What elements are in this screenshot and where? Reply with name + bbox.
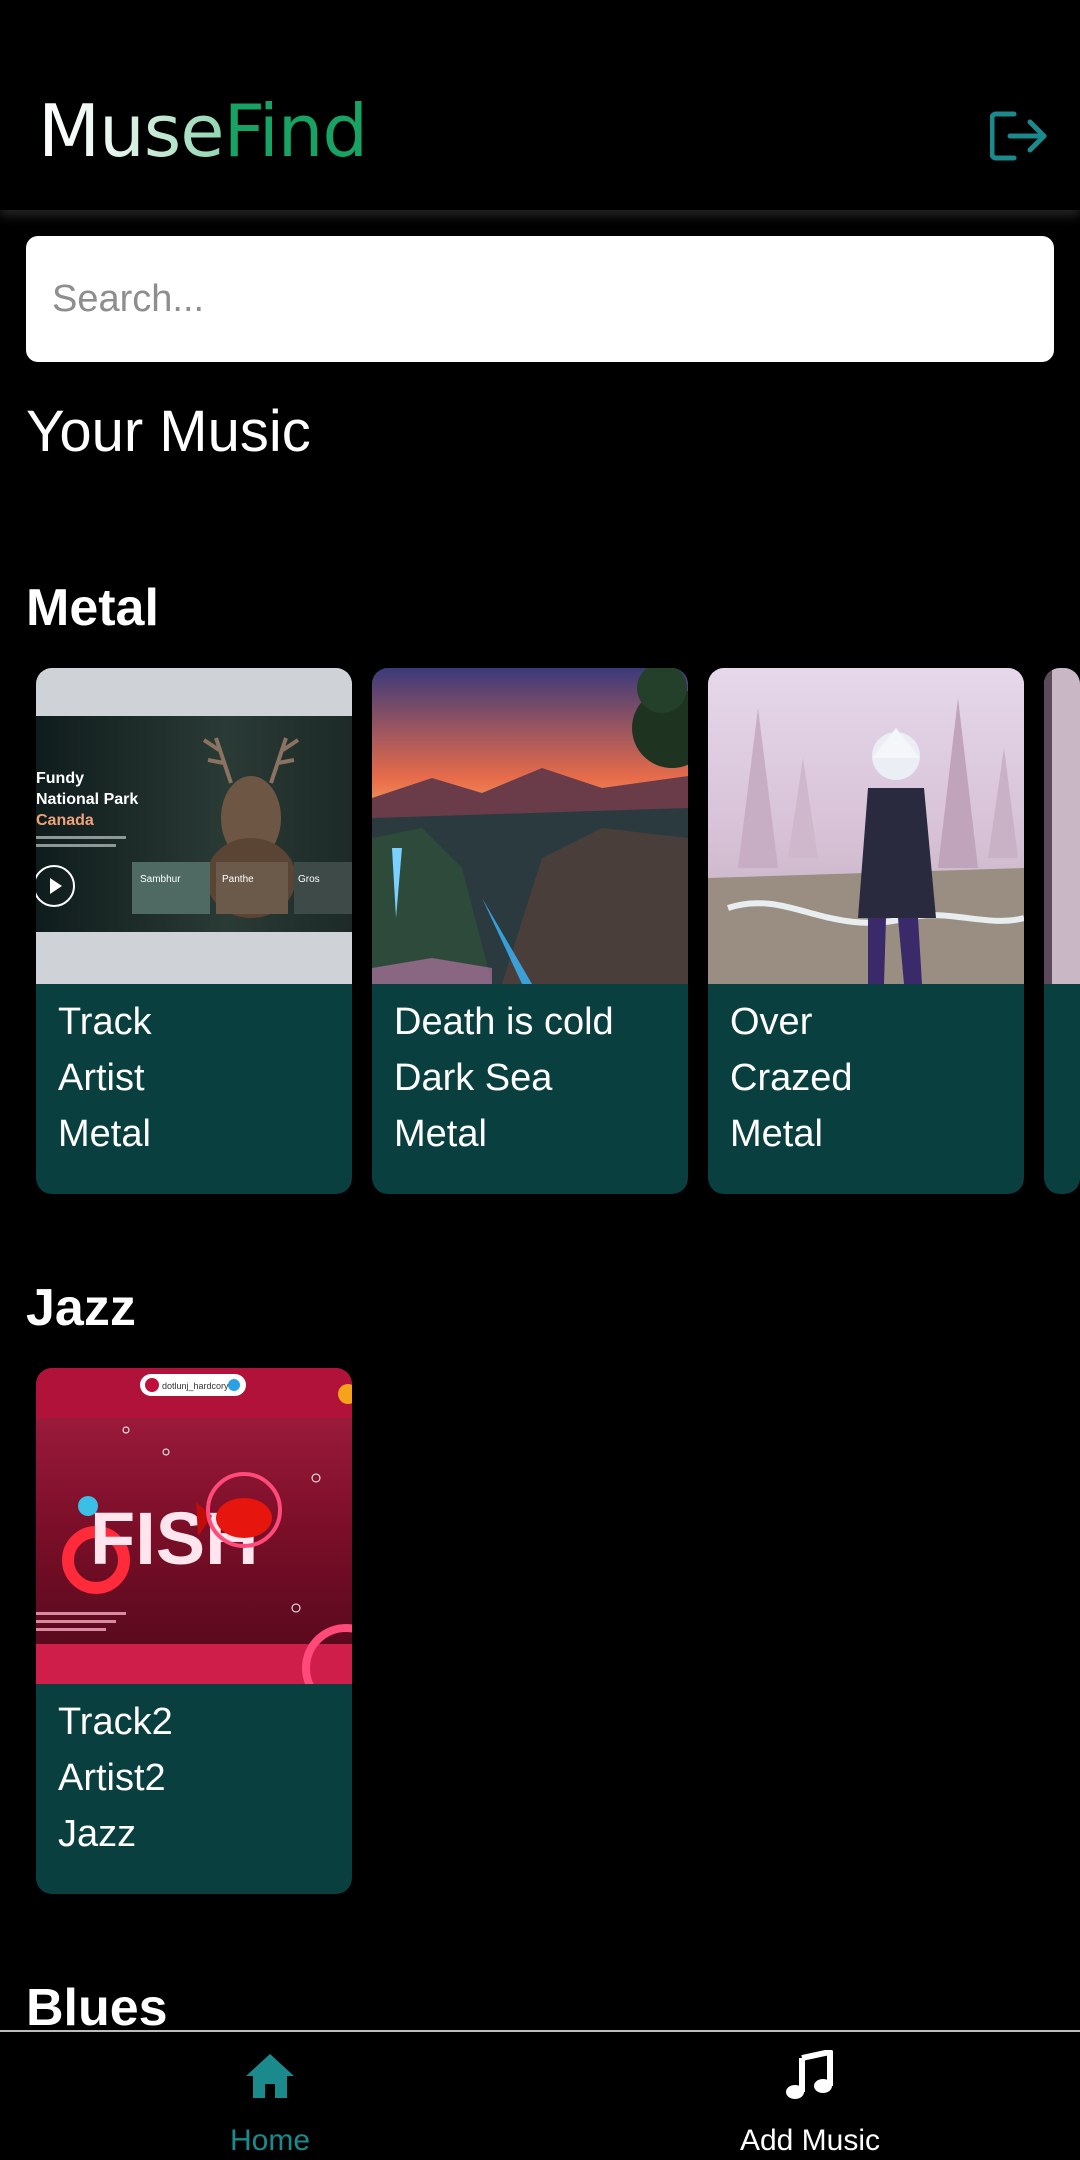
bottom-navigation: Home Add Music [0, 2030, 1080, 2160]
logout-icon [989, 111, 1047, 161]
music-card[interactable]: Death is cold Dark Sea Metal [372, 668, 688, 1194]
artist-name: Artist [58, 1057, 145, 1099]
cover-text-line3: Canada [36, 812, 94, 829]
genre-label: Jazz [58, 1813, 137, 1855]
app-screen: MuseFind Your Music Metal [0, 0, 1080, 2160]
metal-card-row[interactable]: Fundy National Park Canada Sambhur Panth… [36, 668, 1080, 1194]
album-cover-image [708, 668, 1024, 984]
genre-title-jazz: Jazz [26, 1279, 136, 1337]
album-cover-image [1044, 668, 1080, 984]
album-cover-image: dotlunj_hardcory FISH [36, 1368, 352, 1684]
logo-find-text: Find [223, 89, 369, 173]
music-card[interactable]: Over Crazed Metal [708, 668, 1024, 1194]
album-cover-image [372, 668, 688, 984]
jazz-card-row[interactable]: dotlunj_hardcory FISH Track2 Artist2 Jaz… [36, 1368, 352, 1894]
track-title: Track [58, 1001, 152, 1043]
nav-add-music[interactable]: Add Music [540, 2032, 1080, 2160]
music-card[interactable]: Fundy National Park Canada Sambhur Panth… [36, 668, 352, 1194]
artist-name: Artist2 [58, 1757, 166, 1799]
music-card-partial[interactable] [1044, 668, 1080, 1194]
cover-thumb1: Sambhur [140, 874, 181, 885]
app-logo: MuseFind [38, 95, 368, 167]
nav-add-music-label: Add Music [739, 2124, 881, 2157]
genre-label: Metal [730, 1113, 823, 1155]
app-header: MuseFind [0, 0, 1080, 210]
card-meta: Death is cold Dark Sea Metal [394, 994, 614, 1162]
cover-text-line2: National Park [36, 791, 138, 808]
section-title: Your Music [26, 399, 311, 464]
music-note-icon [786, 2050, 833, 2099]
genre-title-metal: Metal [26, 579, 159, 637]
cover-thumb3: Gros [298, 874, 320, 885]
card-meta: Over Crazed Metal [730, 994, 853, 1162]
logo-muse-text: Muse [38, 89, 225, 173]
track-title: Over [730, 1001, 813, 1043]
logout-button[interactable] [989, 110, 1050, 162]
card-meta: Track Artist Metal [58, 994, 152, 1162]
cover-thumb2: Panthe [222, 874, 254, 885]
music-card[interactable]: dotlunj_hardcory FISH Track2 Artist2 Jaz… [36, 1368, 352, 1894]
track-title: Death is cold [394, 1001, 614, 1043]
nav-home-label: Home [229, 2124, 311, 2157]
nav-home[interactable]: Home [0, 2032, 540, 2160]
search-input[interactable] [26, 236, 1054, 362]
album-cover-image: Fundy National Park Canada Sambhur Panth… [36, 668, 352, 984]
genre-title-blues: Blues [26, 1979, 168, 2037]
artist-name: Crazed [730, 1057, 853, 1099]
home-icon [246, 2054, 294, 2098]
track-title: Track2 [58, 1701, 173, 1743]
card-meta: Track2 Artist2 Jazz [58, 1694, 173, 1862]
genre-label: Metal [58, 1113, 151, 1155]
cover-text-line1: Fundy [36, 770, 84, 787]
genre-label: Metal [394, 1113, 487, 1155]
cover-badge-text: dotlunj_hardcory [162, 1381, 229, 1391]
artist-name: Dark Sea [394, 1057, 553, 1099]
